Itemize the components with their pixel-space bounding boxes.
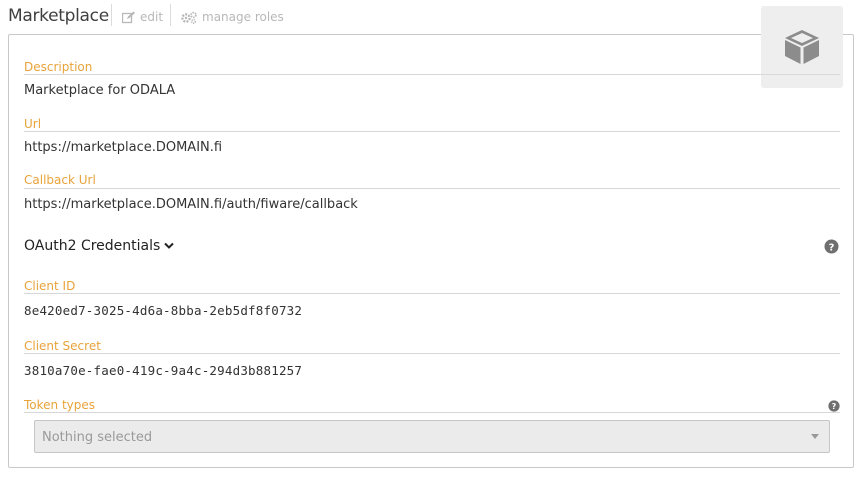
manage-roles-label: manage roles [202,10,284,24]
caret-down-icon [811,434,819,439]
edit-button[interactable]: edit [122,10,163,24]
chevron-down-icon [164,242,175,249]
divider [24,412,840,413]
header: Marketplace edit manage roles [0,0,868,34]
svg-text:?: ? [829,242,835,253]
client-secret-value: 3810a70e-fae0-419c-9a4c-294d3b881257 [24,363,303,378]
oauth2-credentials-title: OAuth2 Credentials [24,238,161,254]
help-icon[interactable]: ? [824,239,839,254]
divider [170,4,171,26]
edit-label: edit [140,10,164,24]
callback-url-label: Callback Url [24,173,96,187]
app-icon-box [761,6,843,88]
divider [24,293,840,294]
page-title: Marketplace [8,6,109,26]
description-label: Description [24,60,93,74]
client-secret-label: Client Secret [24,339,101,353]
url-value: https://marketplace.DOMAIN.fi [24,140,223,155]
svg-text:?: ? [832,402,837,411]
token-types-placeholder: Nothing selected [42,430,153,445]
divider [24,188,840,189]
gears-icon [181,11,197,24]
url-label: Url [24,117,42,131]
token-types-label: Token types [24,398,96,412]
client-id-value: 8e420ed7-3025-4d6a-8bba-2eb5df8f0732 [24,303,303,318]
description-value: Marketplace for ODALA [24,83,176,98]
oauth2-credentials-toggle[interactable]: OAuth2 Credentials [24,238,175,254]
divider [24,74,840,75]
manage-roles-button[interactable]: manage roles [181,10,284,24]
cube-icon [785,30,819,64]
token-types-select[interactable]: Nothing selected [34,420,830,453]
edit-icon [122,11,135,23]
client-id-label: Client ID [24,279,76,293]
divider [111,4,112,26]
divider [24,131,840,132]
callback-url-value: https://marketplace.DOMAIN.fi/auth/fiwar… [24,197,358,212]
help-icon[interactable]: ? [828,400,840,412]
divider [24,353,840,354]
